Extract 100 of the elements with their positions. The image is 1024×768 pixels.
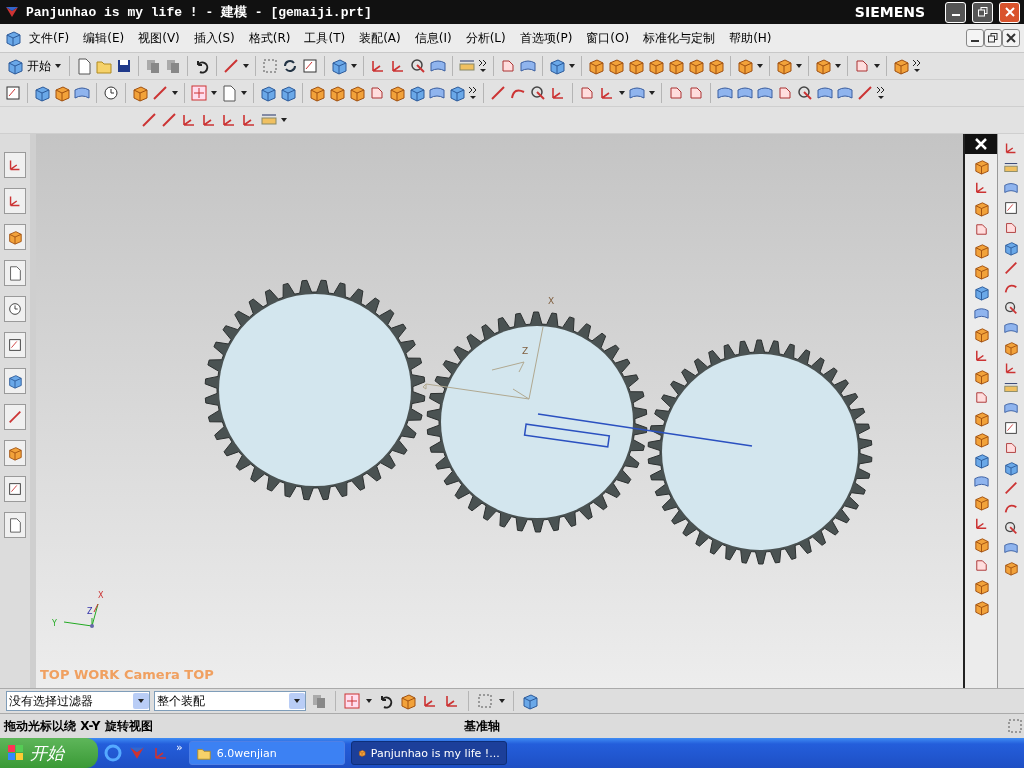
copy-icon[interactable] <box>144 57 162 75</box>
surface-icon[interactable] <box>429 57 447 75</box>
minimize-button[interactable] <box>966 29 984 47</box>
caret-icon[interactable] <box>240 90 248 96</box>
cube-icon[interactable] <box>667 57 685 75</box>
circle-icon[interactable] <box>529 84 547 102</box>
surface-icon[interactable] <box>836 84 854 102</box>
circle-icon[interactable] <box>1003 300 1019 316</box>
caret-icon[interactable] <box>54 63 62 69</box>
rotate-icon[interactable] <box>281 57 299 75</box>
caret-icon[interactable] <box>756 63 764 69</box>
cube-icon[interactable] <box>587 57 605 75</box>
caret-icon[interactable] <box>648 90 656 96</box>
line-icon[interactable] <box>1003 260 1019 276</box>
cube-icon[interactable] <box>7 229 23 245</box>
menu-item[interactable]: 编辑(E) <box>76 27 132 49</box>
selection-filter-dropdown[interactable]: 没有选择过滤器 <box>6 691 150 711</box>
cube-icon[interactable] <box>687 57 705 75</box>
page-icon[interactable] <box>7 265 23 281</box>
surface-icon[interactable] <box>816 84 834 102</box>
line-icon[interactable] <box>160 111 178 129</box>
cube-icon[interactable] <box>972 368 990 385</box>
caret-icon[interactable] <box>498 698 506 704</box>
cube-icon[interactable] <box>7 445 23 461</box>
surface-icon[interactable] <box>1003 180 1019 196</box>
close-icon[interactable] <box>1006 33 1016 43</box>
close-button[interactable] <box>965 134 997 154</box>
cube-icon[interactable] <box>53 84 71 102</box>
clock-icon[interactable] <box>7 301 23 317</box>
bluecube-icon[interactable] <box>330 57 348 75</box>
sketch-icon[interactable] <box>1003 420 1019 436</box>
caret-icon[interactable] <box>137 698 145 704</box>
bluecube-icon[interactable] <box>448 84 466 102</box>
bluecube-icon[interactable] <box>7 373 23 389</box>
caret-icon[interactable] <box>618 90 626 96</box>
caret-icon[interactable] <box>873 63 881 69</box>
cube-icon[interactable] <box>607 57 625 75</box>
cube-icon[interactable] <box>972 578 990 595</box>
line-icon[interactable] <box>222 57 240 75</box>
restore-button[interactable] <box>984 29 1002 47</box>
bluecube-icon[interactable] <box>33 84 51 102</box>
cube-icon[interactable] <box>388 84 406 102</box>
surface-icon[interactable] <box>1003 320 1019 336</box>
circle-icon[interactable] <box>1003 520 1019 536</box>
bluecube-icon[interactable] <box>548 57 566 75</box>
cube-icon[interactable] <box>814 57 832 75</box>
scope-dropdown[interactable]: 整个装配 <box>154 691 306 711</box>
close-button[interactable] <box>1002 29 1020 47</box>
bluecube-icon[interactable] <box>972 452 990 469</box>
cube-icon[interactable] <box>972 263 990 280</box>
cube-icon[interactable] <box>328 84 346 102</box>
overflow-chevron[interactable]: » <box>176 741 183 754</box>
caret-icon[interactable] <box>242 63 250 69</box>
surface-icon[interactable] <box>716 84 734 102</box>
surface-icon[interactable] <box>972 305 990 322</box>
caret-icon[interactable] <box>834 63 842 69</box>
caret-icon[interactable] <box>280 117 288 123</box>
sketch-icon[interactable] <box>7 337 23 353</box>
sketch-icon[interactable] <box>7 481 23 497</box>
bluecube-icon[interactable] <box>259 84 277 102</box>
restore-icon[interactable] <box>988 33 998 43</box>
surface-icon[interactable] <box>1003 400 1019 416</box>
bluecube-icon[interactable] <box>521 692 539 710</box>
clock-icon[interactable] <box>102 84 120 102</box>
cube-icon[interactable] <box>308 84 326 102</box>
sketch-icon[interactable] <box>4 84 22 102</box>
surface-icon[interactable] <box>428 84 446 102</box>
cube-icon[interactable] <box>399 692 417 710</box>
cube-icon[interactable] <box>736 57 754 75</box>
browser-icon[interactable] <box>104 744 122 762</box>
surface-icon[interactable] <box>628 84 646 102</box>
caret-icon[interactable] <box>210 90 218 96</box>
cube-icon[interactable] <box>131 84 149 102</box>
line-icon[interactable] <box>151 84 169 102</box>
bluecube-icon[interactable] <box>972 284 990 301</box>
caret-icon[interactable] <box>568 63 576 69</box>
copy-icon[interactable] <box>310 692 328 710</box>
cube-icon[interactable] <box>627 57 645 75</box>
caret-icon[interactable] <box>171 90 179 96</box>
cube-icon[interactable] <box>775 57 793 75</box>
cube-icon[interactable] <box>707 57 725 75</box>
cube-icon[interactable] <box>348 84 366 102</box>
caret-icon[interactable] <box>293 698 301 704</box>
surface-icon[interactable] <box>972 473 990 490</box>
surface-icon[interactable] <box>519 57 537 75</box>
page-icon[interactable] <box>7 517 23 533</box>
cube-icon[interactable] <box>647 57 665 75</box>
menu-item[interactable]: 工具(T) <box>297 27 353 49</box>
caret-icon[interactable] <box>365 698 373 704</box>
cube-icon[interactable] <box>892 57 910 75</box>
start-menu-button[interactable]: 开始 <box>4 57 64 75</box>
sketch-icon[interactable] <box>1003 200 1019 216</box>
bluecube-icon[interactable] <box>279 84 297 102</box>
line-icon[interactable] <box>140 111 158 129</box>
line-icon[interactable] <box>489 84 507 102</box>
caret-icon[interactable] <box>795 63 803 69</box>
line-icon[interactable] <box>7 409 23 425</box>
taskbar-button[interactable]: 6.0wenjian <box>188 741 345 765</box>
cube-icon[interactable] <box>972 242 990 259</box>
menu-item[interactable]: 首选项(P) <box>512 27 580 49</box>
